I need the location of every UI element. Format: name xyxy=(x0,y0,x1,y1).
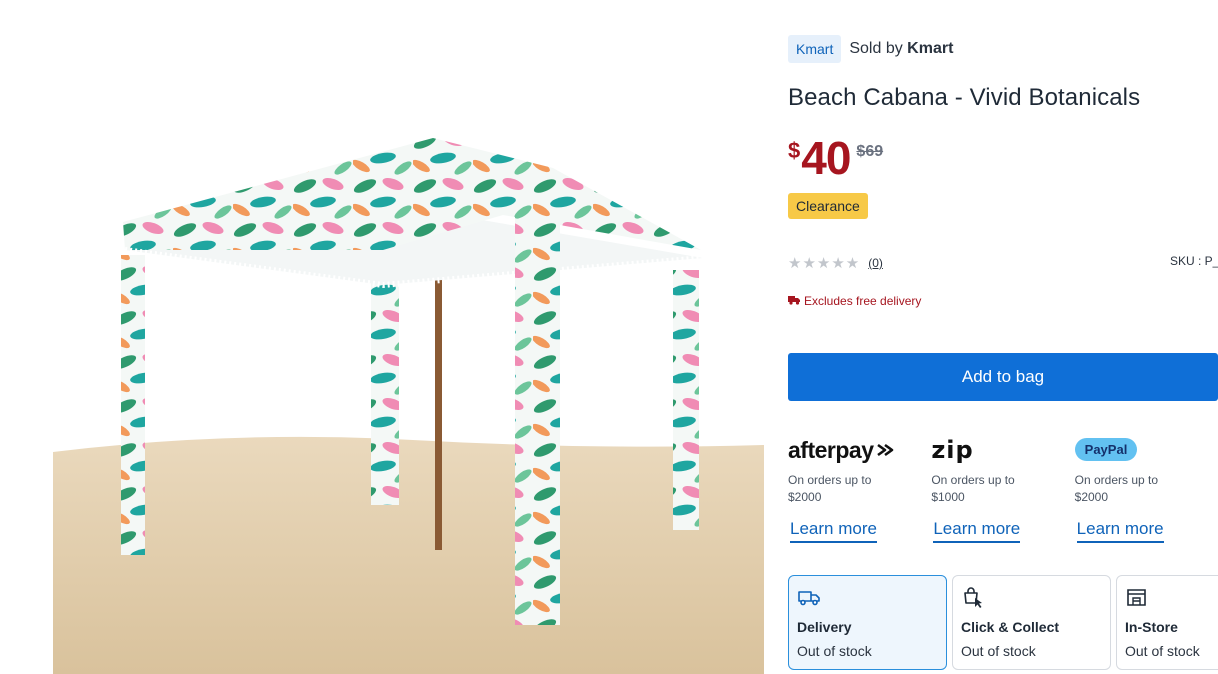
afterpay-learn-more-link[interactable]: Learn more xyxy=(790,519,877,543)
afterpay-logo: afterpay xyxy=(788,434,931,466)
zip-learn-more-link[interactable]: Learn more xyxy=(933,519,1021,543)
truck-small-icon xyxy=(788,294,800,308)
review-count-link[interactable]: (0) xyxy=(868,256,883,270)
fulfilment-click-collect-card[interactable]: Click & Collect Out of stock xyxy=(952,575,1111,670)
product-title: Beach Cabana - Vivid Botanicals xyxy=(788,84,1141,111)
fulfilment-options: Delivery Out of stock Click & Collect Ou… xyxy=(788,575,1218,670)
fulfilment-in-store-title: In-Store xyxy=(1125,619,1178,635)
paypal-logo-text: PayPal xyxy=(1074,437,1138,461)
fulfilment-in-store-card[interactable]: In-Store Out of stock xyxy=(1116,575,1218,670)
zip-logo-text: zip xyxy=(931,436,974,464)
paypal-learn-more-link[interactable]: Learn more xyxy=(1076,519,1164,543)
paypal-terms-limit: $2000 xyxy=(1074,490,1109,504)
sold-by-text: Sold by Kmart xyxy=(849,40,953,58)
paypal-terms-line1: On orders up to xyxy=(1074,473,1159,487)
paypal-terms: On orders up to $2000 xyxy=(1075,472,1218,506)
product-info-panel: Kmart Sold by Kmart Beach Cabana - Vivid… xyxy=(788,0,1218,674)
click-collect-icon xyxy=(964,587,982,608)
payment-options: afterpay On orders up to $2000 Learn mor… xyxy=(788,434,1218,543)
price-row: $ 40 $69 xyxy=(788,134,883,182)
afterpay-arrows-icon xyxy=(877,443,894,457)
afterpay-terms: On orders up to $2000 xyxy=(788,472,931,506)
sold-by-name: Kmart xyxy=(907,40,954,57)
afterpay-terms-line1: On orders up to xyxy=(788,473,872,487)
sold-by-prefix: Sold by xyxy=(849,40,903,57)
fulfilment-delivery-title: Delivery xyxy=(797,619,852,635)
rating-stars-icon: ★★★★★ xyxy=(788,255,861,272)
brand-tag[interactable]: Kmart xyxy=(788,35,842,63)
fulfilment-click-collect-title: Click & Collect xyxy=(961,619,1060,635)
paypal-logo: PayPal xyxy=(1074,434,1218,466)
fulfilment-click-collect-status: Out of stock xyxy=(961,643,1036,659)
fulfilment-delivery-card[interactable]: Delivery Out of stock xyxy=(788,575,947,670)
add-to-bag-button[interactable]: Add to bag xyxy=(788,353,1218,401)
product-image xyxy=(53,0,764,674)
rating-row: ★★★★★ (0) xyxy=(788,254,883,272)
afterpay-terms-limit: $2000 xyxy=(788,490,822,504)
payment-option-paypal: PayPal On orders up to $2000 Learn more xyxy=(1074,434,1218,543)
fulfilment-delivery-status: Out of stock xyxy=(797,643,872,659)
afterpay-logo-text: afterpay xyxy=(788,436,874,463)
price-value: 40 xyxy=(801,132,851,184)
was-price: $69 xyxy=(856,143,884,160)
payment-option-afterpay: afterpay On orders up to $2000 Learn mor… xyxy=(788,434,931,543)
delivery-truck-icon xyxy=(798,591,820,606)
store-icon xyxy=(1127,589,1146,606)
sku-text: SKU : P_ xyxy=(1170,254,1218,268)
payment-option-zip: zip On orders up to $1000 Learn more xyxy=(931,434,1074,543)
fulfilment-in-store-status: Out of stock xyxy=(1125,643,1200,659)
price-currency: $ xyxy=(788,138,801,163)
seller-row: Kmart Sold by Kmart xyxy=(788,35,953,63)
delivery-note: Excludes free delivery xyxy=(788,294,921,308)
zip-logo: zip xyxy=(931,434,1074,466)
zip-terms-line1: On orders up to xyxy=(931,473,1015,487)
delivery-note-text: Excludes free delivery xyxy=(804,294,922,308)
clearance-badge: Clearance xyxy=(788,193,868,219)
zip-terms-limit: $1000 xyxy=(931,490,965,504)
zip-terms: On orders up to $1000 xyxy=(931,472,1074,506)
